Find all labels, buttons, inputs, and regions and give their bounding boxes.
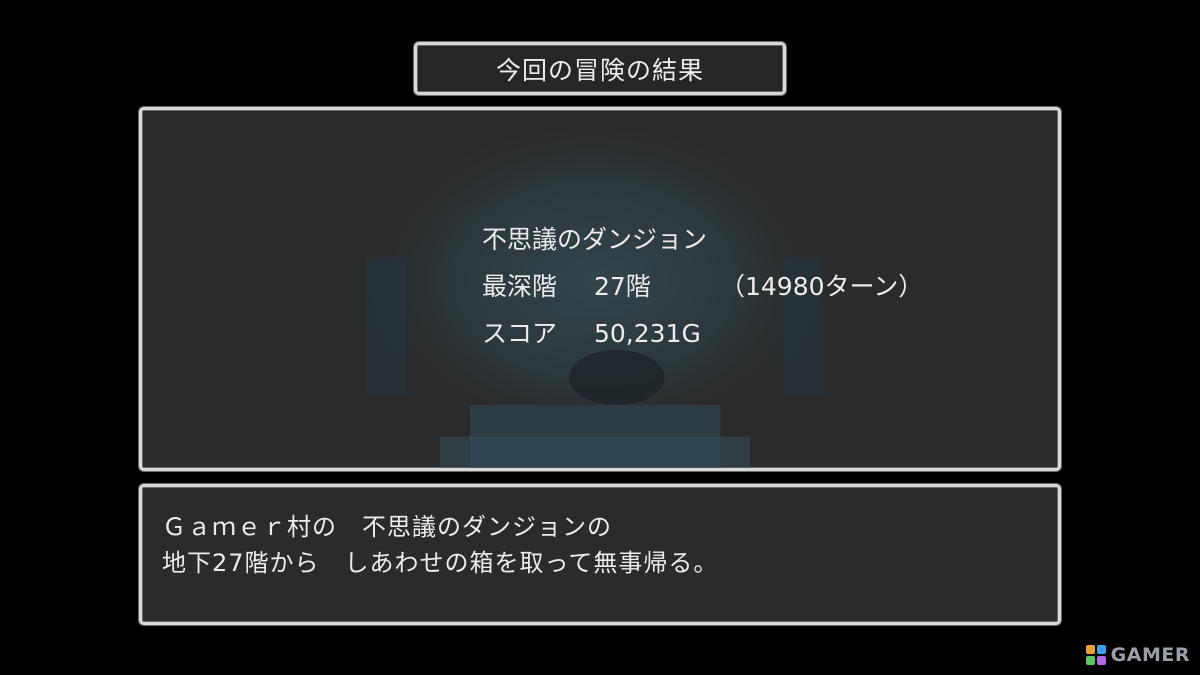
result-title: 今回の冒険の結果 [495,55,704,85]
gamer-watermark: GAMER [1085,644,1190,666]
gamer-logo-icon [1085,645,1106,665]
score-row: スコア 50,231G [482,310,707,357]
dungeon-row: 不思議のダンジョン [482,216,707,263]
depth-value: 27階 [594,272,651,301]
turn-count: （14980ターン） [720,272,924,301]
score-label: スコア [482,319,558,348]
watermark-text: GAMER [1110,644,1190,666]
score-value: 50,231G [594,319,701,348]
result-title-box: 今回の冒険の結果 [414,42,786,95]
depth-label: 最深階 [482,272,558,301]
message-line-1: Ｇａｍｅｒ村の 不思議のダンジョンの [162,513,612,541]
dungeon-name: 不思議のダンジョン [482,225,708,254]
result-panel: 不思議のダンジョン 最深階 27階 （14980ターン） スコア 50,231G [139,107,1061,471]
message-line-2: 地下27階から しあわせの箱を取って無事帰る。 [162,549,719,577]
depth-row: 最深階 27階 （14980ターン） [482,263,923,310]
result-stats: 不思議のダンジョン 最深階 27階 （14980ターン） スコア 50,231G [482,216,923,357]
message-box[interactable]: Ｇａｍｅｒ村の 不思議のダンジョンの 地下27階から しあわせの箱を取って無事帰… [139,484,1061,625]
